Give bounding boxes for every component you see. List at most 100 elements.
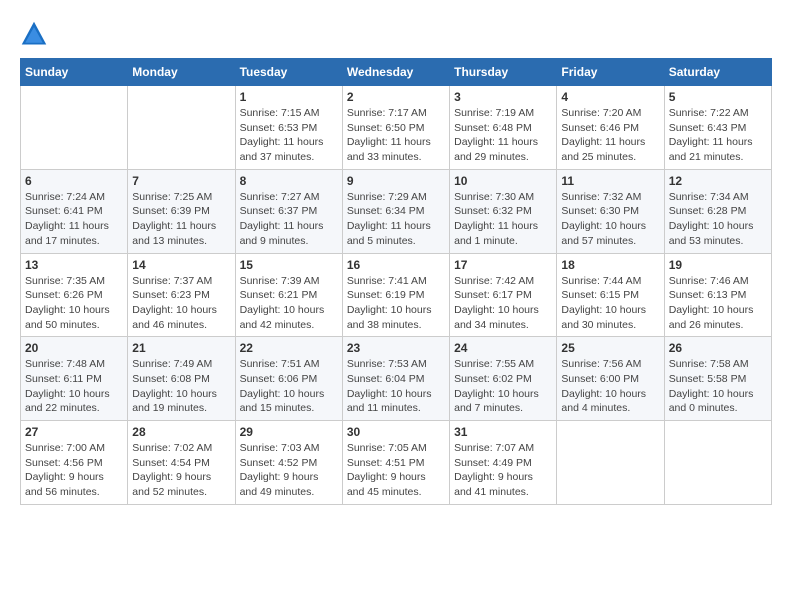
calendar-day-cell: 9 Sunrise: 7:29 AM Sunset: 6:34 PM Daylig…: [342, 169, 449, 253]
day-info: Sunrise: 7:41 AM Sunset: 6:19 PM Dayligh…: [347, 274, 445, 333]
weekday-header: Saturday: [664, 59, 771, 86]
calendar-day-cell: 17 Sunrise: 7:42 AM Sunset: 6:17 PM Dayli…: [450, 253, 557, 337]
day-number: 1: [240, 90, 338, 104]
day-info: Sunrise: 7:42 AM Sunset: 6:17 PM Dayligh…: [454, 274, 552, 333]
calendar-day-cell: 31 Sunrise: 7:07 AM Sunset: 4:49 PM Dayli…: [450, 421, 557, 505]
page-header: [20, 20, 772, 48]
day-number: 31: [454, 425, 552, 439]
day-info: Sunrise: 7:25 AM Sunset: 6:39 PM Dayligh…: [132, 190, 230, 249]
calendar-day-cell: 12Sunrise: 7:34 AM Sunset: 6:28 PM Dayli…: [664, 169, 771, 253]
day-info: Sunrise: 7:39 AM Sunset: 6:21 PM Dayligh…: [240, 274, 338, 333]
calendar-header-row: SundayMondayTuesdayWednesdayThursdayFrid…: [21, 59, 772, 86]
calendar-day-cell: 23 Sunrise: 7:53 AM Sunset: 6:04 PM Dayli…: [342, 337, 449, 421]
day-info: Sunrise: 7:00 AM Sunset: 4:56 PM Dayligh…: [25, 441, 123, 500]
calendar-day-cell: 26 Sunrise: 7:58 AM Sunset: 5:58 PM Dayli…: [664, 337, 771, 421]
day-number: 22: [240, 341, 338, 355]
day-number: 27: [25, 425, 123, 439]
calendar-day-cell: [21, 86, 128, 170]
day-info: Sunrise: 7:02 AM Sunset: 4:54 PM Dayligh…: [132, 441, 230, 500]
calendar-week-row: 6 Sunrise: 7:24 AM Sunset: 6:41 PM Daylig…: [21, 169, 772, 253]
day-number: 26: [669, 341, 767, 355]
day-info: Sunrise: 7:58 AM Sunset: 5:58 PM Dayligh…: [669, 357, 767, 416]
calendar-day-cell: 18 Sunrise: 7:44 AM Sunset: 6:15 PM Dayli…: [557, 253, 664, 337]
day-info: Sunrise: 7:15 AM Sunset: 6:53 PM Dayligh…: [240, 106, 338, 165]
day-info: Sunrise: 7:55 AM Sunset: 6:02 PM Dayligh…: [454, 357, 552, 416]
day-number: 20: [25, 341, 123, 355]
calendar-day-cell: [557, 421, 664, 505]
day-info: Sunrise: 7:44 AM Sunset: 6:15 PM Dayligh…: [561, 274, 659, 333]
calendar-day-cell: 20 Sunrise: 7:48 AM Sunset: 6:11 PM Dayli…: [21, 337, 128, 421]
calendar-day-cell: 25Sunrise: 7:56 AM Sunset: 6:00 PM Dayli…: [557, 337, 664, 421]
day-info: Sunrise: 7:03 AM Sunset: 4:52 PM Dayligh…: [240, 441, 338, 500]
weekday-header: Friday: [557, 59, 664, 86]
calendar-day-cell: 2Sunrise: 7:17 AM Sunset: 6:50 PM Daylig…: [342, 86, 449, 170]
day-info: Sunrise: 7:22 AM Sunset: 6:43 PM Dayligh…: [669, 106, 767, 165]
calendar-week-row: 20 Sunrise: 7:48 AM Sunset: 6:11 PM Dayli…: [21, 337, 772, 421]
day-info: Sunrise: 7:49 AM Sunset: 6:08 PM Dayligh…: [132, 357, 230, 416]
calendar-day-cell: 19Sunrise: 7:46 AM Sunset: 6:13 PM Dayli…: [664, 253, 771, 337]
day-number: 2: [347, 90, 445, 104]
day-number: 29: [240, 425, 338, 439]
calendar-day-cell: 24 Sunrise: 7:55 AM Sunset: 6:02 PM Dayli…: [450, 337, 557, 421]
day-number: 8: [240, 174, 338, 188]
calendar-week-row: 27 Sunrise: 7:00 AM Sunset: 4:56 PM Dayli…: [21, 421, 772, 505]
day-info: Sunrise: 7:07 AM Sunset: 4:49 PM Dayligh…: [454, 441, 552, 500]
weekday-header: Wednesday: [342, 59, 449, 86]
weekday-header: Thursday: [450, 59, 557, 86]
calendar-day-cell: 13Sunrise: 7:35 AM Sunset: 6:26 PM Dayli…: [21, 253, 128, 337]
calendar-day-cell: 15 Sunrise: 7:39 AM Sunset: 6:21 PM Dayli…: [235, 253, 342, 337]
day-number: 17: [454, 258, 552, 272]
calendar-day-cell: 1 Sunrise: 7:15 AM Sunset: 6:53 PM Daylig…: [235, 86, 342, 170]
day-number: 21: [132, 341, 230, 355]
weekday-header: Sunday: [21, 59, 128, 86]
day-info: Sunrise: 7:32 AM Sunset: 6:30 PM Dayligh…: [561, 190, 659, 249]
calendar-day-cell: 21 Sunrise: 7:49 AM Sunset: 6:08 PM Dayli…: [128, 337, 235, 421]
calendar-day-cell: 8 Sunrise: 7:27 AM Sunset: 6:37 PM Daylig…: [235, 169, 342, 253]
calendar-table: SundayMondayTuesdayWednesdayThursdayFrid…: [20, 58, 772, 505]
day-info: Sunrise: 7:20 AM Sunset: 6:46 PM Dayligh…: [561, 106, 659, 165]
calendar-day-cell: 5 Sunrise: 7:22 AM Sunset: 6:43 PM Daylig…: [664, 86, 771, 170]
day-number: 28: [132, 425, 230, 439]
calendar-day-cell: 6 Sunrise: 7:24 AM Sunset: 6:41 PM Daylig…: [21, 169, 128, 253]
calendar-day-cell: 3Sunrise: 7:19 AM Sunset: 6:48 PM Daylig…: [450, 86, 557, 170]
day-number: 4: [561, 90, 659, 104]
day-number: 13: [25, 258, 123, 272]
day-number: 19: [669, 258, 767, 272]
calendar-day-cell: 10Sunrise: 7:30 AM Sunset: 6:32 PM Dayli…: [450, 169, 557, 253]
calendar-day-cell: 14 Sunrise: 7:37 AM Sunset: 6:23 PM Dayli…: [128, 253, 235, 337]
logo-icon: [20, 20, 48, 48]
day-number: 5: [669, 90, 767, 104]
day-number: 3: [454, 90, 552, 104]
day-number: 11: [561, 174, 659, 188]
calendar-day-cell: 16 Sunrise: 7:41 AM Sunset: 6:19 PM Dayli…: [342, 253, 449, 337]
day-info: Sunrise: 7:56 AM Sunset: 6:00 PM Dayligh…: [561, 357, 659, 416]
day-info: Sunrise: 7:53 AM Sunset: 6:04 PM Dayligh…: [347, 357, 445, 416]
day-info: Sunrise: 7:30 AM Sunset: 6:32 PM Dayligh…: [454, 190, 552, 249]
calendar-day-cell: 11 Sunrise: 7:32 AM Sunset: 6:30 PM Dayli…: [557, 169, 664, 253]
day-number: 15: [240, 258, 338, 272]
calendar-day-cell: 7 Sunrise: 7:25 AM Sunset: 6:39 PM Daylig…: [128, 169, 235, 253]
calendar-day-cell: 22 Sunrise: 7:51 AM Sunset: 6:06 PM Dayli…: [235, 337, 342, 421]
calendar-day-cell: [128, 86, 235, 170]
day-number: 23: [347, 341, 445, 355]
day-info: Sunrise: 7:34 AM Sunset: 6:28 PM Dayligh…: [669, 190, 767, 249]
day-info: Sunrise: 7:24 AM Sunset: 6:41 PM Dayligh…: [25, 190, 123, 249]
calendar-day-cell: 30Sunrise: 7:05 AM Sunset: 4:51 PM Dayli…: [342, 421, 449, 505]
day-number: 7: [132, 174, 230, 188]
day-number: 9: [347, 174, 445, 188]
calendar-day-cell: [664, 421, 771, 505]
day-number: 16: [347, 258, 445, 272]
calendar-day-cell: 27 Sunrise: 7:00 AM Sunset: 4:56 PM Dayli…: [21, 421, 128, 505]
day-number: 18: [561, 258, 659, 272]
day-info: Sunrise: 7:51 AM Sunset: 6:06 PM Dayligh…: [240, 357, 338, 416]
calendar-week-row: 1 Sunrise: 7:15 AM Sunset: 6:53 PM Daylig…: [21, 86, 772, 170]
day-info: Sunrise: 7:27 AM Sunset: 6:37 PM Dayligh…: [240, 190, 338, 249]
day-info: Sunrise: 7:37 AM Sunset: 6:23 PM Dayligh…: [132, 274, 230, 333]
day-info: Sunrise: 7:29 AM Sunset: 6:34 PM Dayligh…: [347, 190, 445, 249]
calendar-day-cell: 29 Sunrise: 7:03 AM Sunset: 4:52 PM Dayli…: [235, 421, 342, 505]
day-number: 14: [132, 258, 230, 272]
day-number: 24: [454, 341, 552, 355]
day-info: Sunrise: 7:48 AM Sunset: 6:11 PM Dayligh…: [25, 357, 123, 416]
day-number: 6: [25, 174, 123, 188]
calendar-week-row: 13Sunrise: 7:35 AM Sunset: 6:26 PM Dayli…: [21, 253, 772, 337]
